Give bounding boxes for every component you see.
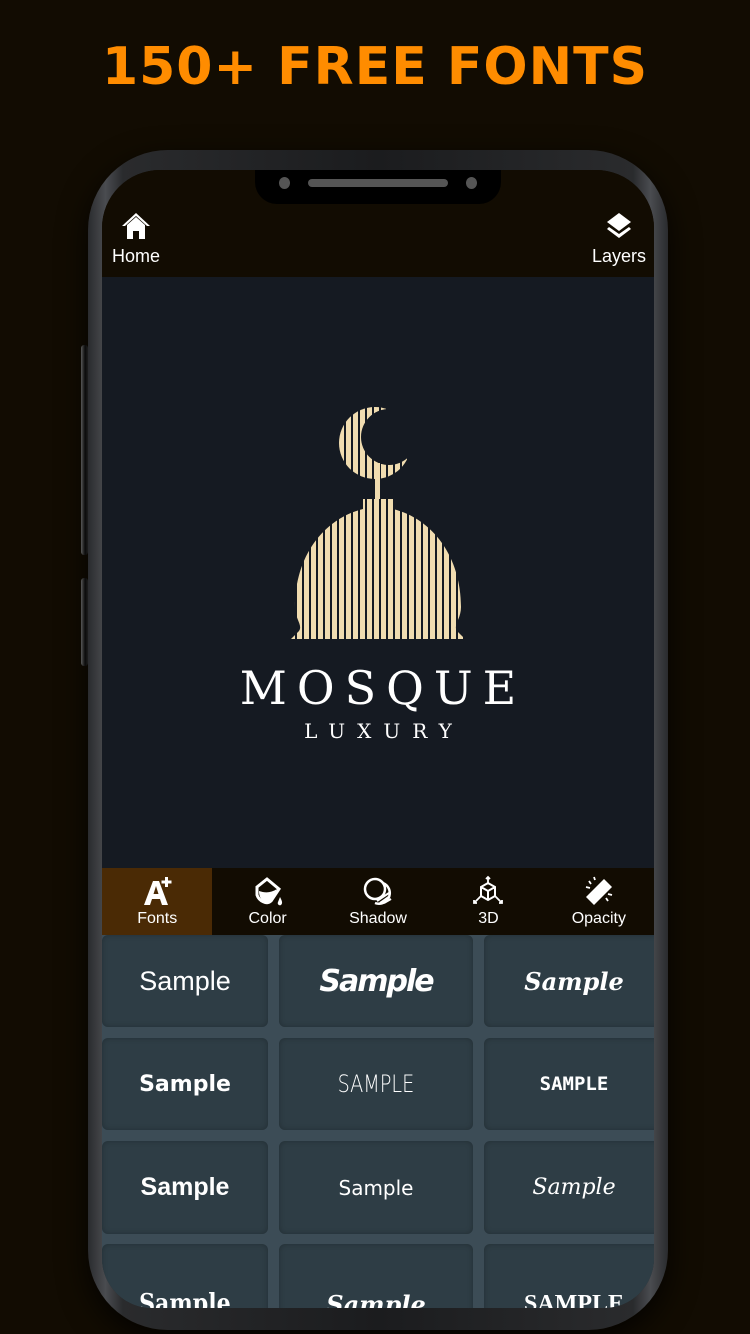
logo-subtitle: LUXURY <box>304 719 464 743</box>
font-option[interactable]: SAMPLE <box>484 1038 654 1130</box>
phone-screen: Home Layers MOSQUE LUXURY Fonts Color Sh… <box>102 170 654 1308</box>
font-sample-text: Sample <box>532 1175 616 1200</box>
font-sample-text: Sample <box>319 963 434 999</box>
mosque-dome-crescent-icon <box>283 407 473 639</box>
phone-volume-button <box>81 345 88 555</box>
font-option[interactable]: Sample <box>102 1244 268 1308</box>
tab-fonts-label: Fonts <box>137 910 178 927</box>
font-option[interactable]: Sample <box>484 1141 654 1234</box>
tab-color-label: Color <box>248 910 287 927</box>
font-sample-text: SAMPLE <box>337 1070 415 1098</box>
font-option[interactable]: SAMPLE <box>484 1244 654 1308</box>
font-option[interactable]: Sample <box>102 1038 268 1130</box>
font-option[interactable]: Sample <box>279 1244 473 1308</box>
home-icon <box>122 213 150 239</box>
logo-design[interactable]: MOSQUE LUXURY <box>102 407 654 743</box>
font-option[interactable]: Sample <box>279 1141 473 1234</box>
promo-title: 150+ FREE FONTS <box>101 37 649 97</box>
font-sample-text: Sample <box>139 965 231 996</box>
font-sample-text: Sample <box>139 1071 231 1097</box>
font-option[interactable]: Sample <box>279 935 473 1027</box>
cube-3d-icon <box>473 875 504 904</box>
edit-toolbar: Fonts Color Shadow 3D Opacity <box>102 868 654 935</box>
camera-dot <box>279 177 290 189</box>
tab-fonts[interactable]: Fonts <box>102 868 213 935</box>
phone-notch <box>255 170 501 204</box>
home-button[interactable]: Home <box>112 210 160 267</box>
font-add-icon <box>144 877 172 905</box>
font-option[interactable]: SAMPLE <box>279 1038 473 1130</box>
layers-button[interactable]: Layers <box>592 210 646 267</box>
home-label: Home <box>112 246 161 266</box>
font-option[interactable]: Sample <box>102 1141 268 1234</box>
design-canvas[interactable]: MOSQUE LUXURY <box>102 277 654 868</box>
font-sample-text: SAMPLE <box>539 1073 609 1095</box>
logo-title: MOSQUE <box>239 661 527 715</box>
font-sample-text: Sample <box>338 1175 414 1200</box>
layers-label: Layers <box>591 246 646 266</box>
font-sample-text: Sample <box>524 966 624 996</box>
phone-side-button <box>81 578 88 666</box>
font-sample-text: SAMPLE <box>523 1290 624 1309</box>
font-grid: Sample Sample Sample Sample SAMPLE SAMPL… <box>102 935 654 1308</box>
sensor-dot <box>466 177 477 189</box>
opacity-icon <box>585 876 613 905</box>
font-sample-text: Sample <box>326 1289 426 1309</box>
shadow-icon <box>363 877 392 905</box>
layers-icon <box>606 213 631 238</box>
tab-3d[interactable]: 3D <box>433 868 543 935</box>
speaker-grille <box>308 179 448 187</box>
tab-color[interactable]: Color <box>212 868 322 935</box>
paint-bucket-icon <box>255 877 282 906</box>
font-sample-text: Sample <box>140 1173 230 1201</box>
tab-shadow[interactable]: Shadow <box>323 868 433 935</box>
font-option[interactable]: Sample <box>102 935 268 1027</box>
tab-opacity[interactable]: Opacity <box>544 868 654 935</box>
tab-shadow-label: Shadow <box>349 910 407 927</box>
tab-3d-label: 3D <box>478 910 499 927</box>
font-sample-text: Sample <box>139 1289 231 1308</box>
tab-opacity-label: Opacity <box>571 910 626 927</box>
font-option[interactable]: Sample <box>484 935 654 1027</box>
